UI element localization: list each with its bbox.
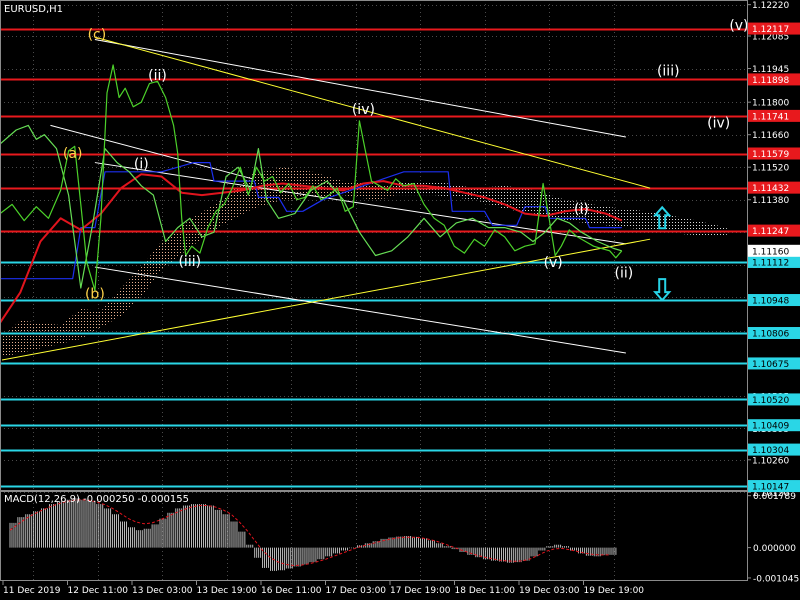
price-axis-label: 1.11660 [752, 131, 789, 141]
level-tag-label: 1.11579 [752, 150, 789, 160]
wave-label: (iv) [352, 102, 375, 118]
macd-axis-label: 0.000000 [753, 544, 796, 554]
wave-label: (c) [88, 27, 107, 43]
macd-indicator-label: MACD(12,26,9) -0.000250 -0.000155 [4, 494, 189, 505]
level-tag-label: 1.10948 [752, 297, 789, 307]
wave-label: (ii) [614, 266, 633, 282]
time-axis-label: 16 Dec 11:00 [261, 586, 322, 596]
price-axis-label: 1.11800 [752, 99, 789, 109]
level-tag-label: 1.11898 [752, 76, 789, 86]
wave-label: (ii) [148, 68, 167, 84]
wave-label: (i) [134, 156, 149, 172]
time-axis-label: 13 Dec 19:00 [197, 586, 258, 596]
time-axis-label: 12 Dec 11:00 [68, 586, 129, 596]
time-axis-label: 13 Dec 03:00 [132, 586, 193, 596]
macd-axis-label: -0.001045 [753, 574, 799, 584]
wave-label: (a) [63, 146, 83, 162]
wave-label: (iii) [657, 63, 680, 79]
level-tag-label: 1.10409 [752, 422, 789, 432]
time-axis-label: 17 Dec 19:00 [390, 586, 451, 596]
price-axis-label: 1.11520 [752, 164, 789, 174]
price-axis-label: 1.11380 [752, 196, 789, 206]
level-tag-label: 1.11247 [752, 227, 789, 237]
wave-label: (iii) [178, 254, 201, 270]
time-axis-label: 18 Dec 11:00 [455, 586, 516, 596]
wave-label: (v) [729, 18, 748, 34]
level-tag-label: 1.11160 [752, 247, 789, 257]
level-tag-label: 1.10675 [752, 360, 789, 370]
wave-label: (v) [544, 255, 563, 271]
symbol-label: EURUSD,H1 [4, 4, 63, 15]
level-tag-label: 1.11432 [752, 184, 789, 194]
time-axis-label: 17 Dec 03:00 [326, 586, 387, 596]
level-tag-label: 1.10520 [752, 396, 789, 406]
level-tag-label: 1.12117 [752, 25, 789, 35]
level-tag-label: 1.11741 [752, 112, 789, 122]
price-axis-label: 1.12220 [752, 1, 789, 11]
time-axis-label: 19 Dec 03:00 [519, 586, 580, 596]
wave-label: (i) [574, 202, 589, 218]
price-axis-label: 1.10260 [752, 456, 789, 466]
price-chart[interactable]: (c) (ii) (a) (i) (iii) (b) (iv) (v) (i) (ii) (v) (i… [0, 0, 800, 600]
macd-axis-label: 0.001789 [753, 492, 796, 502]
time-axis-label: 11 Dec 2019 [3, 586, 61, 596]
level-tag-label: 1.11112 [752, 258, 789, 268]
wave-label: (b) [85, 286, 105, 302]
level-tag-label: 1.10806 [752, 330, 789, 340]
level-tag-label: 1.10304 [752, 446, 789, 456]
wave-label: (iv) [707, 116, 730, 132]
level-tag-label: 1.10147 [752, 483, 789, 493]
time-axis-label: 19 Dec 19:00 [584, 586, 645, 596]
